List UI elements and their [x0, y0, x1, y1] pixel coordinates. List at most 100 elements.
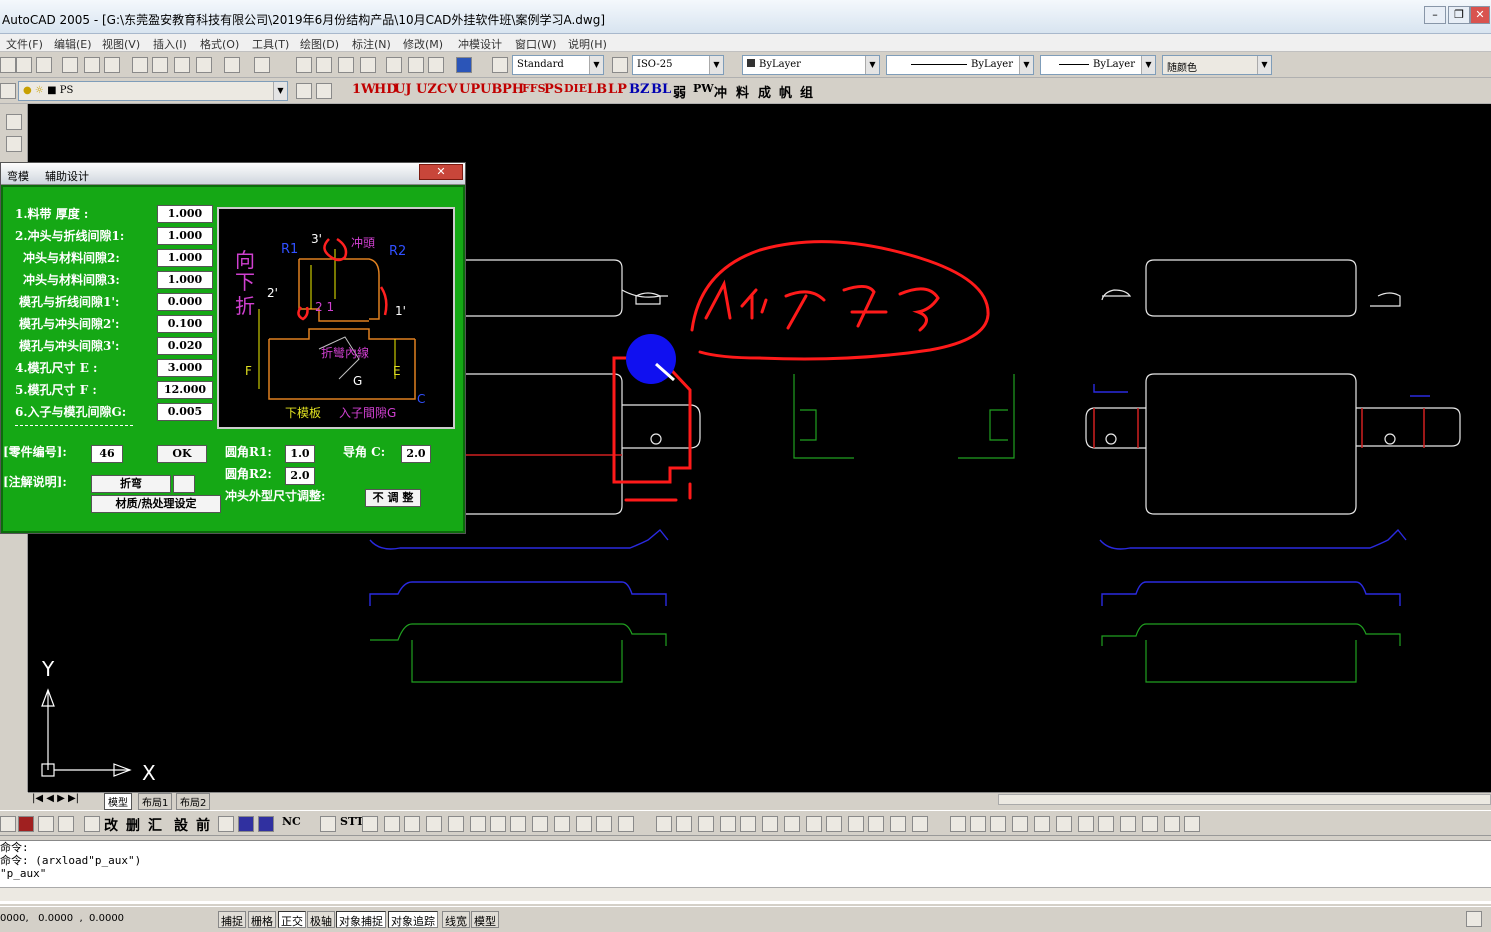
menu-die-design[interactable]: 冲模设计 [458, 36, 502, 52]
tool-weak[interactable]: 弱 [673, 82, 686, 101]
ortho-toggle[interactable]: 正交 [278, 911, 306, 928]
tool-icon[interactable] [362, 816, 378, 832]
tool-icon[interactable] [698, 816, 714, 832]
cut-icon[interactable] [132, 57, 148, 73]
tool-icon[interactable] [554, 816, 570, 832]
paste-icon[interactable] [174, 57, 190, 73]
polar-toggle[interactable]: 极轴 [307, 911, 335, 928]
menu-dimension[interactable]: 标注(N) [352, 36, 391, 52]
die-gap3-input[interactable]: 0.020 [157, 337, 213, 355]
horizontal-scrollbar[interactable] [998, 794, 1491, 805]
tool-icon[interactable] [320, 816, 336, 832]
zoom-window-icon[interactable] [338, 57, 354, 73]
die-gap1-input[interactable]: 0.000 [157, 293, 213, 311]
save-icon[interactable] [36, 57, 52, 73]
tab-model[interactable]: 模型 [104, 793, 132, 810]
tool-sail[interactable]: 帆 [779, 82, 792, 101]
menu-window[interactable]: 窗口(W) [515, 36, 556, 52]
plot-style-select[interactable]: 随颜色 ▼ [1162, 55, 1272, 75]
design-center-icon[interactable] [408, 57, 424, 73]
tab-layout1[interactable]: 布局1 [138, 793, 173, 810]
tool-material[interactable]: 料 [736, 82, 749, 101]
tool-icon[interactable] [1098, 816, 1114, 832]
tool-1w[interactable]: 1W [352, 82, 376, 97]
tool-ffs[interactable]: FFS [522, 82, 546, 95]
tool-icon[interactable] [868, 816, 884, 832]
minimize-button[interactable]: – [1424, 6, 1446, 24]
tool-icon[interactable] [890, 816, 906, 832]
tool-icon[interactable] [656, 816, 672, 832]
tool-icon[interactable] [1142, 816, 1158, 832]
new-icon[interactable] [0, 57, 16, 73]
tool-stt[interactable]: STT [340, 815, 364, 828]
menu-draw[interactable]: 绘图(D) [300, 36, 339, 52]
tool-summary[interactable]: 汇 [148, 815, 162, 835]
dim-style-select[interactable]: ISO-25 ▼ [632, 55, 724, 75]
r1-input[interactable]: 1.0 [285, 445, 315, 463]
tool-bz[interactable]: BZ [629, 82, 649, 97]
tool-up[interactable]: UP [459, 82, 480, 97]
tool-icon[interactable] [848, 816, 864, 832]
tool-icon[interactable] [740, 816, 756, 832]
match-properties-icon[interactable] [196, 57, 212, 73]
tool-icon[interactable] [912, 816, 928, 832]
gap1-input[interactable]: 1.000 [157, 227, 213, 245]
tool-icon[interactable] [1012, 816, 1028, 832]
tool-icon[interactable] [18, 816, 34, 832]
part-number-input[interactable]: 46 [91, 445, 123, 463]
tab-nav-arrows[interactable]: |◀ ◀ ▶ ▶| [32, 793, 79, 804]
layer-manager-icon[interactable] [0, 83, 16, 99]
ok-button[interactable]: OK [157, 445, 207, 463]
tool-palette-icon[interactable] [428, 57, 444, 73]
insert-gap-input[interactable]: 0.005 [157, 403, 213, 421]
tool-uj[interactable]: UJ [394, 82, 412, 97]
text-style-select[interactable]: Standard ▼ [512, 55, 604, 75]
tool-pw[interactable]: PW [693, 82, 714, 95]
size-f-input[interactable]: 12.000 [157, 381, 213, 399]
linetype-select[interactable]: ByLayer ▼ [886, 55, 1034, 75]
tool-punch[interactable]: 冲 [714, 82, 727, 101]
circle-icon[interactable] [448, 816, 464, 832]
tool-icon[interactable] [384, 816, 400, 832]
tool-icon[interactable] [576, 816, 592, 832]
tool-icon[interactable] [238, 816, 254, 832]
tool-icon[interactable] [970, 816, 986, 832]
tool-icon[interactable] [258, 816, 274, 832]
tab-layout2[interactable]: 布局2 [176, 793, 211, 810]
tool-front[interactable]: 前 [196, 815, 210, 835]
menu-file[interactable]: 文件(F) [6, 36, 43, 52]
dialog-close-button[interactable]: ✕ [419, 164, 463, 180]
tool-icon[interactable] [950, 816, 966, 832]
print-icon[interactable] [62, 57, 78, 73]
menu-edit[interactable]: 编辑(E) [54, 36, 92, 52]
tool-icon[interactable] [490, 816, 506, 832]
tool-cv[interactable]: CV [437, 82, 457, 97]
otrack-toggle[interactable]: 对象追踪 [388, 911, 438, 928]
tool-uz[interactable]: UZ [416, 82, 437, 97]
tool-lb[interactable]: LB [587, 82, 607, 97]
tool-icon[interactable] [1034, 816, 1050, 832]
snap-toggle[interactable]: 捕捉 [218, 911, 246, 928]
tool-group[interactable]: 组 [800, 82, 813, 101]
osnap-toggle[interactable]: 对象捕捉 [336, 911, 386, 928]
tool-icon[interactable] [426, 816, 442, 832]
tool-icon[interactable] [470, 816, 486, 832]
punch-adjust-button[interactable]: 不 调 整 [365, 489, 421, 507]
zoom-realtime-icon[interactable] [316, 57, 332, 73]
menu-tools[interactable]: 工具(T) [252, 36, 289, 52]
undo-icon[interactable] [224, 57, 240, 73]
tool-icon[interactable] [806, 816, 822, 832]
copy-icon[interactable] [152, 57, 168, 73]
make-current-icon[interactable] [296, 83, 312, 99]
publish-icon[interactable] [104, 57, 120, 73]
tool-icon[interactable] [532, 816, 548, 832]
menu-insert[interactable]: 插入(I) [153, 36, 187, 52]
pan-icon[interactable] [296, 57, 312, 73]
menu-view[interactable]: 视图(V) [102, 36, 140, 52]
tool-nc[interactable]: NC [282, 815, 301, 828]
properties-icon[interactable] [386, 57, 402, 73]
tool-icon[interactable] [1078, 816, 1094, 832]
tool-icon[interactable] [38, 816, 54, 832]
note-select[interactable]: 折弯 [91, 475, 171, 493]
tool-modify[interactable]: 改 [104, 815, 118, 835]
